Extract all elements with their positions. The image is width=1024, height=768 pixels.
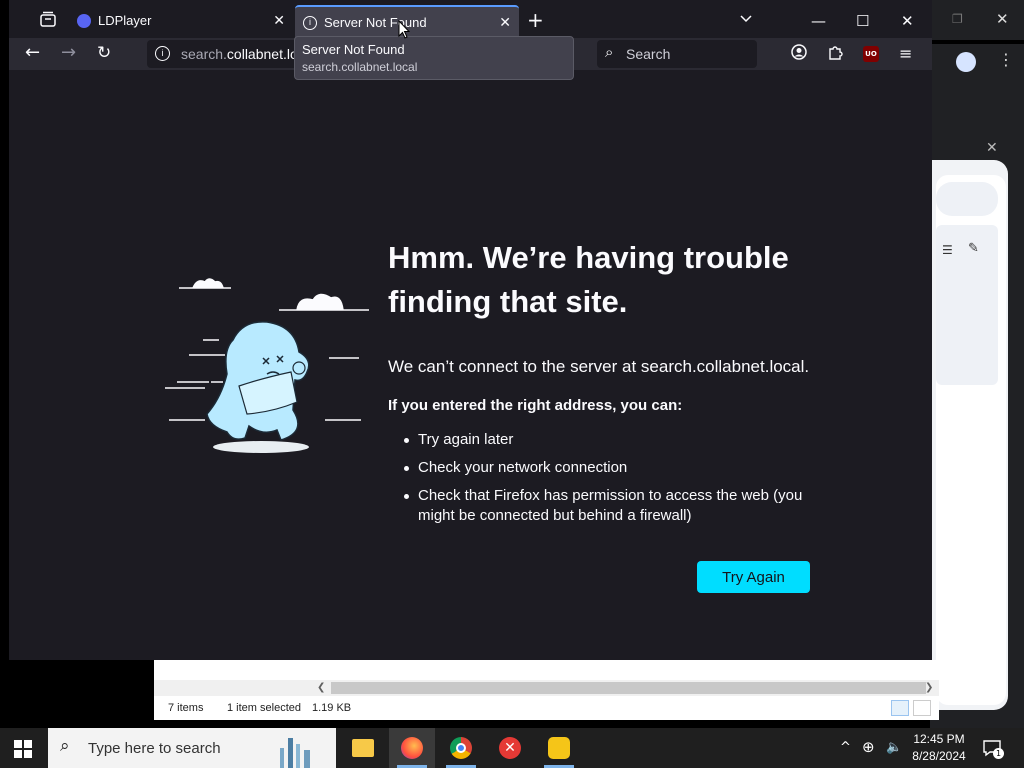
taskbar-firefox[interactable] xyxy=(389,728,435,768)
scrollbar-thumb[interactable] xyxy=(331,682,926,694)
tab-tooltip: Server Not Found search.collabnet.local xyxy=(294,36,574,80)
suggestions-list: Try again later Check your network conne… xyxy=(404,430,824,534)
list-icon[interactable]: ☰ xyxy=(942,243,953,257)
clock-time: 12:45 PM xyxy=(913,732,965,746)
items-count: 7 items xyxy=(168,702,204,714)
suggestion-item: Try again later xyxy=(404,430,824,450)
clock-date: 8/28/2024 xyxy=(912,749,966,763)
notification-count: 1 xyxy=(993,748,1004,759)
firefox-window: LDPlayer ✕ i Server Not Found ✕ + — ☐ ✕ … xyxy=(9,0,932,660)
ublock-origin-icon[interactable]: UO xyxy=(863,46,879,62)
selection-size: 1.19 KB xyxy=(312,702,352,714)
tooltip-url: search.collabnet.local xyxy=(302,60,418,74)
horizontal-scrollbar[interactable]: ❮ ❯ xyxy=(154,680,939,696)
error-illustration xyxy=(165,278,369,453)
url-text[interactable]: search.collabnet.loc xyxy=(181,46,307,62)
back-arrow-icon[interactable]: ← xyxy=(25,43,40,63)
volume-muted-icon[interactable]: 🔈 xyxy=(886,740,902,755)
ldplayer-icon xyxy=(548,737,570,759)
new-tab-plus-icon[interactable]: + xyxy=(527,10,544,30)
taskbar-file-explorer[interactable] xyxy=(340,728,386,768)
background-panel-input[interactable] xyxy=(936,182,998,216)
show-hidden-icons-chevron-icon[interactable]: ^ xyxy=(840,740,851,755)
restore-icon[interactable]: ❐ xyxy=(952,12,963,26)
account-icon[interactable] xyxy=(791,44,807,64)
tab-ldplayer[interactable]: LDPlayer ✕ xyxy=(69,5,293,37)
explorer-status-bar: 7 items 1 item selected 1.19 KB xyxy=(154,698,939,720)
scroll-left-icon[interactable]: ❮ xyxy=(317,680,325,696)
close-icon[interactable]: ✕ xyxy=(996,10,1009,28)
kebab-menu-icon[interactable]: ⋮ xyxy=(998,50,1014,69)
red-x-app-icon: ✕ xyxy=(499,737,521,759)
background-browser-titlebar: ❐ ✕ xyxy=(930,0,1024,40)
details-view-button[interactable] xyxy=(891,700,909,716)
suggestion-item: Check your network connection xyxy=(404,458,824,478)
search-icon: ⌕ xyxy=(605,44,614,61)
search-placeholder: Search xyxy=(626,46,671,62)
folder-icon xyxy=(352,739,374,757)
forward-arrow-icon[interactable]: → xyxy=(61,43,76,63)
reload-icon[interactable]: ↻ xyxy=(97,43,111,63)
taskbar-ldplayer[interactable] xyxy=(536,728,582,768)
profile-avatar-icon[interactable] xyxy=(956,52,976,72)
suggestion-item: Check that Firefox has permission to acc… xyxy=(404,486,824,526)
windows-start-icon[interactable] xyxy=(14,740,32,758)
search-bar[interactable]: ⌕ Search xyxy=(597,40,757,68)
suggestions-title: If you entered the right address, you ca… xyxy=(388,397,683,414)
large-icons-view-button[interactable] xyxy=(913,700,931,716)
tooltip-title: Server Not Found xyxy=(302,42,405,57)
tab-title: Server Not Found xyxy=(324,15,427,30)
taskbar-red-app[interactable]: ✕ xyxy=(487,728,533,768)
error-message: We can’t connect to the server at search… xyxy=(388,357,810,376)
info-icon: i xyxy=(303,16,317,30)
taskbar-search-box[interactable]: ⌕ Type here to search xyxy=(48,728,336,768)
firefox-view-icon[interactable] xyxy=(39,11,59,29)
background-browser-toolbar: ⋮ xyxy=(924,44,1024,80)
try-again-button[interactable]: Try Again xyxy=(697,561,810,593)
taskbar-clock[interactable]: 12:45 PM 8/28/2024 xyxy=(908,731,970,765)
close-tab-icon[interactable]: ✕ xyxy=(273,12,285,29)
close-window-icon[interactable]: ✕ xyxy=(901,12,914,30)
minimize-icon[interactable]: — xyxy=(811,12,826,30)
address-bar[interactable]: i search.collabnet.loc xyxy=(147,40,307,68)
search-icon: ⌕ xyxy=(60,736,70,755)
hamburger-menu-icon[interactable]: ≡ xyxy=(899,44,912,63)
tab-title: LDPlayer xyxy=(98,13,152,28)
selection-status: 1 item selected xyxy=(227,702,301,714)
list-all-tabs-chevron-icon[interactable] xyxy=(740,12,752,26)
extensions-puzzle-icon[interactable] xyxy=(827,44,843,64)
close-tab-icon[interactable]: ✕ xyxy=(499,14,511,31)
edit-pencil-icon[interactable]: ✎ xyxy=(968,241,979,256)
site-info-icon[interactable]: i xyxy=(155,46,170,61)
error-page: Hmm. We’re having trouble finding that s… xyxy=(9,70,932,660)
error-heading: Hmm. We’re having trouble finding that s… xyxy=(388,240,789,319)
tab-bar: LDPlayer ✕ i Server Not Found ✕ + — ☐ ✕ xyxy=(9,2,932,38)
background-panel-card: ☰ ✎ xyxy=(936,225,998,385)
mouse-cursor-icon xyxy=(398,20,410,39)
maximize-icon[interactable]: ☐ xyxy=(856,12,869,30)
scroll-right-icon[interactable]: ❯ xyxy=(925,680,933,696)
firefox-icon xyxy=(401,737,423,759)
taskbar: ⌕ Type here to search ✕ ^ ⊕ 🔈 12:45 PM 8… xyxy=(0,728,1024,768)
discord-icon xyxy=(77,14,91,28)
network-globe-icon[interactable]: ⊕ xyxy=(862,738,875,756)
taskbar-chrome[interactable] xyxy=(438,728,484,768)
action-center-icon[interactable]: 1 xyxy=(982,738,1004,759)
taskbar-search-placeholder: Type here to search xyxy=(88,740,221,757)
side-panel-close-icon[interactable]: ✕ xyxy=(986,140,998,156)
search-highlight-skyline-icon xyxy=(280,738,310,768)
